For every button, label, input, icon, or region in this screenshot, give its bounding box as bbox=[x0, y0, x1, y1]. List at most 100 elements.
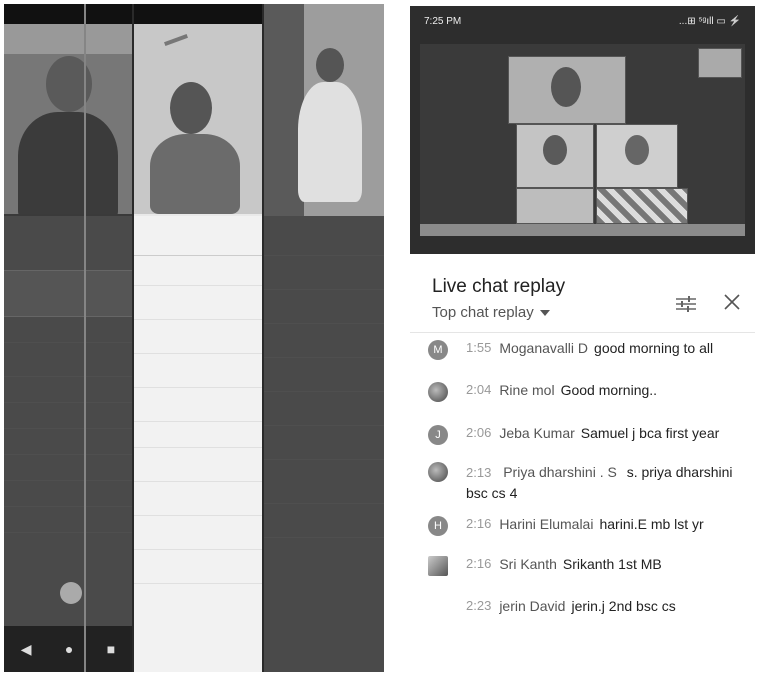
person-body bbox=[298, 82, 362, 202]
message-text: Good morning.. bbox=[560, 382, 658, 398]
chat-line bbox=[134, 354, 262, 388]
chat-message[interactable]: J 2:06 Jeba Kumar Samuel j bca first yea… bbox=[428, 425, 753, 445]
player-controls[interactable] bbox=[420, 224, 745, 236]
chat-line bbox=[134, 550, 262, 584]
chat-title: Live chat replay bbox=[432, 276, 566, 297]
chat-message[interactable]: H 2:16 Harini Elumalai harini.E mb lst y… bbox=[428, 516, 753, 536]
chat-header bbox=[134, 216, 262, 256]
status-bar: 7:25 PM ...⊞ ⁵ᵍıll ▭ ⚡ bbox=[410, 6, 755, 36]
chat-message[interactable]: M 1:55 Moganavalli D good morning to all bbox=[428, 340, 753, 360]
screenshot-collage: ◀ ● ■ 7:25 PM ...⊞ ⁵ᵍıll ▭ ⚡ Live chat r… bbox=[0, 0, 757, 677]
video-area: 7:25 PM ...⊞ ⁵ᵍıll ▭ ⚡ bbox=[410, 6, 755, 254]
chat-line bbox=[134, 448, 262, 482]
chat-message[interactable]: 2:23 jerin David jerin.j 2nd bsc cs bbox=[428, 598, 753, 618]
participant-face bbox=[625, 135, 649, 165]
back-icon[interactable]: ◀ bbox=[21, 641, 32, 658]
message-author: Jeba Kumar bbox=[499, 425, 575, 441]
chat-line bbox=[4, 343, 132, 377]
chat-line bbox=[4, 481, 132, 507]
chat-line bbox=[264, 460, 384, 504]
person-body bbox=[150, 134, 240, 214]
home-icon[interactable]: ● bbox=[65, 641, 73, 657]
participant-tile bbox=[516, 124, 594, 188]
participant-face bbox=[543, 135, 567, 165]
self-view-tile bbox=[698, 48, 742, 78]
participant-tile bbox=[508, 56, 626, 124]
android-nav-bar[interactable]: ◀ ● ■ bbox=[4, 626, 132, 672]
chevron-down-icon bbox=[539, 309, 550, 316]
message-time: 1:55 bbox=[466, 340, 492, 355]
message-time: 2:23 bbox=[466, 598, 492, 613]
window-backdrop bbox=[4, 24, 132, 54]
live-chat-panel bbox=[134, 216, 262, 672]
chat-line bbox=[134, 320, 262, 354]
live-chat-panel bbox=[264, 216, 384, 672]
avatar bbox=[428, 598, 448, 618]
meeting-video-grid bbox=[420, 44, 745, 224]
chat-message[interactable]: 2:16 Sri Kanth Srikanth 1st MB bbox=[428, 556, 753, 576]
message-author: Moganavalli D bbox=[499, 340, 589, 356]
scan-line bbox=[84, 4, 86, 672]
status-time: 7:25 PM bbox=[424, 16, 462, 27]
close-icon[interactable] bbox=[722, 292, 742, 312]
chat-header bbox=[4, 216, 132, 271]
participant-face bbox=[551, 67, 581, 107]
live-chat-panel bbox=[4, 216, 132, 672]
message-time: 2:16 bbox=[466, 556, 492, 571]
message-author: Harini Elumalai bbox=[499, 516, 594, 532]
chat-line bbox=[4, 507, 132, 533]
avatar: J bbox=[428, 425, 448, 445]
touch-indicator bbox=[60, 582, 82, 604]
avatar: H bbox=[428, 516, 448, 536]
chat-line bbox=[4, 317, 132, 343]
chat-line bbox=[264, 504, 384, 538]
video-frame bbox=[4, 24, 132, 214]
person-head bbox=[316, 48, 344, 82]
person-head bbox=[170, 82, 212, 134]
chat-line bbox=[134, 422, 262, 448]
message-time: 2:06 bbox=[466, 425, 492, 440]
chat-line bbox=[4, 377, 132, 403]
status-icons: ...⊞ ⁵ᵍıll ▭ ⚡ bbox=[678, 16, 741, 27]
message-text: jerin.j 2nd bsc cs bbox=[571, 598, 676, 614]
chat-line bbox=[134, 388, 262, 422]
chat-message[interactable]: 2:04 Rine mol Good morning.. bbox=[428, 382, 753, 402]
chat-line bbox=[264, 426, 384, 460]
chat-line bbox=[264, 358, 384, 392]
chat-mode-label: Top chat replay bbox=[432, 304, 534, 321]
chat-message[interactable]: 2:13 Priya dharshini . S s. priya dharsh… bbox=[428, 462, 753, 503]
video-frame bbox=[264, 4, 384, 216]
phone-screenshot-2 bbox=[134, 4, 262, 672]
avatar bbox=[428, 556, 448, 576]
message-text: Srikanth 1st MB bbox=[562, 556, 662, 572]
phone-screenshot-3 bbox=[264, 4, 384, 672]
chat-notice bbox=[4, 271, 132, 317]
person-body bbox=[18, 112, 118, 214]
avatar: M bbox=[428, 340, 448, 360]
message-text: Samuel j bca first year bbox=[580, 425, 720, 441]
chat-line bbox=[4, 429, 132, 455]
message-author: Priya dharshini . S bbox=[503, 464, 617, 480]
chat-line bbox=[134, 256, 262, 286]
participant-tile bbox=[596, 124, 678, 188]
message-time: 2:16 bbox=[466, 516, 492, 531]
recents-icon[interactable]: ■ bbox=[107, 641, 115, 657]
divider bbox=[410, 332, 755, 333]
avatar bbox=[428, 382, 448, 402]
message-author: Sri Kanth bbox=[499, 556, 557, 572]
avatar bbox=[428, 462, 448, 482]
phone-screenshot-1: ◀ ● ■ bbox=[4, 4, 132, 672]
chat-line bbox=[4, 403, 132, 429]
chat-mode-dropdown[interactable]: Top chat replay bbox=[432, 304, 550, 321]
message-text: harini.E mb lst yr bbox=[599, 516, 704, 532]
chat-line bbox=[264, 216, 384, 256]
filter-sliders-icon[interactable] bbox=[674, 294, 698, 314]
message-text: good morning to all bbox=[594, 340, 714, 356]
live-chat-replay-sheet: Live chat replay Top chat replay M 1:55 … bbox=[410, 254, 755, 671]
participant-tile bbox=[516, 188, 594, 224]
message-body: 2:13 Priya dharshini . S s. priya dharsh… bbox=[466, 462, 736, 503]
chat-line bbox=[4, 455, 132, 481]
left-screenshot-collage: ◀ ● ■ bbox=[4, 4, 384, 672]
message-author: jerin David bbox=[499, 598, 566, 614]
chat-line bbox=[264, 392, 384, 426]
